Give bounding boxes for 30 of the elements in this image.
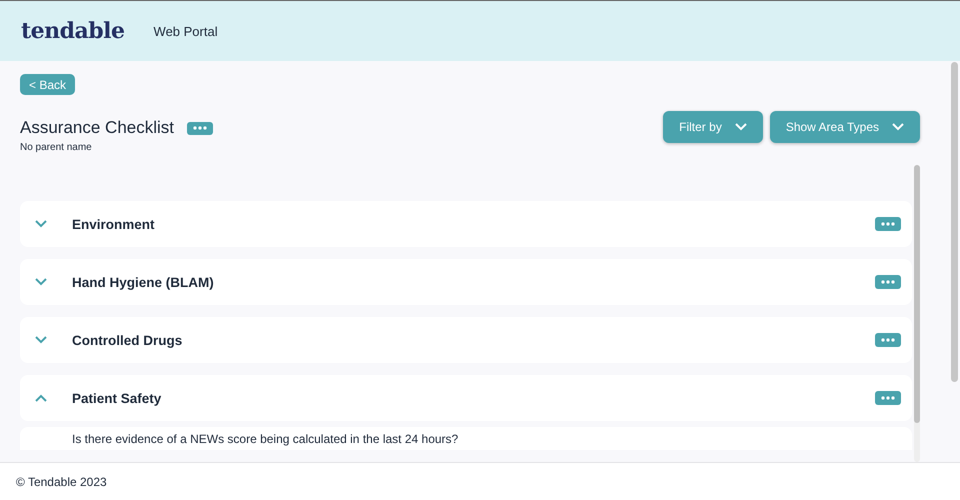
section-title: Controlled Drugs — [72, 332, 184, 348]
more-icon — [881, 338, 895, 342]
more-icon — [881, 396, 895, 400]
section-title: Environment — [72, 216, 156, 232]
portal-title: Web Portal — [154, 24, 218, 38]
more-button[interactable] — [875, 217, 901, 231]
caret-icon — [734, 123, 747, 131]
parent-name: No parent name — [20, 142, 93, 153]
more-icon — [881, 280, 895, 284]
section-title: Hand Hygiene (BLAM) — [72, 274, 215, 290]
section-title: Patient Safety — [72, 390, 162, 406]
chevron-down-icon — [35, 278, 47, 286]
back-button[interactable]: < Back — [20, 74, 76, 95]
dropdown-button[interactable]: Show Area Types — [770, 111, 920, 143]
more-button[interactable] — [875, 333, 901, 347]
more-button[interactable] — [875, 275, 901, 289]
more-icon — [881, 222, 895, 226]
more-button[interactable] — [187, 122, 214, 134]
question-text: Is there evidence of a NEWs score being calculated in the last 24 hours? — [20, 427, 912, 450]
caret-icon — [892, 123, 904, 131]
chevron-down-icon — [35, 220, 47, 228]
dropdown-button[interactable]: Filter by — [663, 111, 763, 143]
copyright-text: © Tendable 2023 — [16, 474, 107, 488]
logo: tendable — [21, 18, 125, 44]
more-icon — [193, 126, 208, 130]
page-title: Assurance Checklist — [20, 118, 174, 138]
more-button[interactable] — [875, 391, 901, 405]
page-scrollbar[interactable] — [951, 62, 958, 382]
chevron-up-icon — [35, 394, 47, 402]
chevron-down-icon — [35, 336, 47, 344]
